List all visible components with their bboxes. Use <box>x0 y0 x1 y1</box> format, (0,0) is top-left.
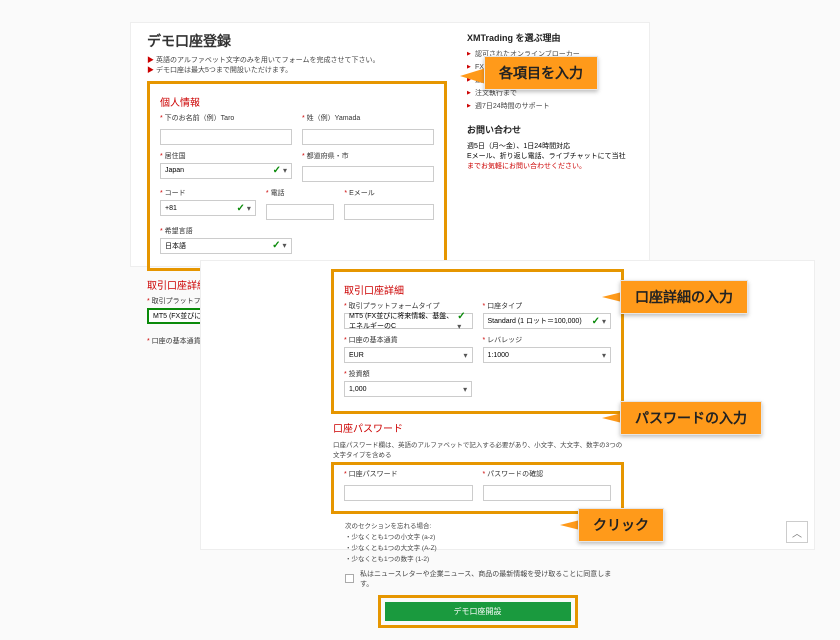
pw-confirm-label: パスワードの確認 <box>483 469 612 479</box>
newsletter-row[interactable]: 私はニュースレターや企業ニュース、商品の最新情報を受け取ることに同意します。 <box>345 569 624 589</box>
section-heading-personal: 個人情報 <box>160 94 434 109</box>
email-input[interactable] <box>344 204 434 220</box>
phone-label: 電話 <box>266 188 335 198</box>
callout-2: 口座詳細の入力 <box>620 280 748 314</box>
lang-label: 希望言語 <box>160 226 292 236</box>
section-heading-password: 口座パスワード <box>333 420 624 435</box>
arrow-icon <box>460 68 486 84</box>
check-icon: ✓ <box>457 311 465 322</box>
chevron-down-icon: ▾ <box>463 351 467 360</box>
password-input[interactable] <box>344 485 473 501</box>
last-name-input[interactable] <box>302 129 434 145</box>
base-currency-label: 口座の基本通貨 <box>344 335 473 345</box>
reasons-sidebar: XMTrading を選ぶ理由 認可されたオンラインブローカー FX、仮想通貨の… <box>467 31 637 171</box>
first-name-input[interactable] <box>160 129 292 145</box>
newsletter-checkbox[interactable] <box>345 574 354 583</box>
leverage-select[interactable]: 1:1000 ▾ <box>483 347 612 363</box>
leverage-label: レバレッジ <box>483 335 612 345</box>
chevron-down-icon: ▾ <box>602 317 606 326</box>
phone-input[interactable] <box>266 204 335 220</box>
chevron-down-icon: ▾ <box>247 204 251 213</box>
base-currency-label-top: 口座の基本通貨 <box>147 338 201 345</box>
platform-label: 取引プラットフォームタイプ <box>344 301 473 311</box>
country-label: 居住国 <box>160 151 292 161</box>
arrow-icon <box>602 292 622 302</box>
email-label: Eメール <box>344 188 434 198</box>
check-icon: ✓ <box>272 240 280 251</box>
code-label: コード <box>160 188 256 198</box>
contact-block: お問い合わせ 週5日（月〜金）、1日24時間対応 Eメール、折り返し電話、ライブ… <box>467 123 637 171</box>
personal-info-section: 個人情報 下のお名前（例）Taro 姓（例）Yamada 居住国 Japan ✓… <box>147 81 447 271</box>
invest-label: 投資額 <box>344 369 472 379</box>
callout-3: パスワードの入力 <box>620 401 762 435</box>
trade-detail-section: 取引口座詳細 取引プラットフォームタイプ MT5 (FX並びに将来情報、基盤、エ… <box>331 269 624 414</box>
chevron-down-icon: ▾ <box>457 322 461 331</box>
newsletter-label: 私はニュースレターや企業ニュース、商品の最新情報を受け取ることに同意します。 <box>360 569 624 589</box>
pw-label: 口座パスワード <box>344 469 473 479</box>
chevron-down-icon: ▾ <box>463 385 467 394</box>
city-input[interactable] <box>302 166 434 182</box>
acct-type-label: 口座タイプ <box>483 301 612 311</box>
sidebar-heading: XMTrading を選ぶ理由 <box>467 31 637 44</box>
base-currency-select[interactable]: EUR ▾ <box>344 347 473 363</box>
callout-4: クリック <box>578 508 664 542</box>
chevron-up-icon: ︿ <box>792 525 802 540</box>
code-select[interactable]: +81 ✓ ▾ <box>160 200 256 216</box>
callout-1: 各項目を入力 <box>484 56 598 90</box>
invest-select[interactable]: 1,000 ▾ <box>344 381 472 397</box>
contact-heading: お問い合わせ <box>467 123 637 136</box>
city-label: 都道府県・市 <box>302 151 434 161</box>
country-select[interactable]: Japan ✓ ▾ <box>160 163 292 179</box>
check-icon: ✓ <box>592 316 600 327</box>
platform-select[interactable]: MT5 (FX並びに将来情報、基盤、エネルギーのC ✓ ▾ <box>344 313 473 329</box>
chevron-down-icon: ▾ <box>283 166 287 175</box>
arrow-icon <box>602 413 622 423</box>
sidebar-item: 週7日24時間のサポート <box>467 101 637 111</box>
submit-outline: デモ口座開設 <box>378 595 578 628</box>
section-heading-trade: 取引口座詳細 <box>344 282 611 297</box>
check-icon: ✓ <box>237 203 245 214</box>
chevron-down-icon: ▾ <box>602 351 606 360</box>
submit-button[interactable]: デモ口座開設 <box>385 602 571 621</box>
scroll-top-button[interactable]: ︿ <box>786 521 808 543</box>
first-name-label: 下のお名前（例）Taro <box>160 113 292 123</box>
chevron-down-icon: ▾ <box>283 241 287 250</box>
password-confirm-input[interactable] <box>483 485 612 501</box>
password-desc: 口座パスワード欄は、英語のアルファベットで記入する必要があり、小文字、大文字、数… <box>333 439 624 459</box>
check-icon: ✓ <box>273 165 281 176</box>
last-name-label: 姓（例）Yamada <box>302 113 434 123</box>
password-section: 口座パスワード パスワードの確認 <box>331 462 624 514</box>
acct-type-select[interactable]: Standard (1 ロット＝100,000) ✓ ▾ <box>483 313 612 329</box>
lang-select[interactable]: 日本語 ✓ ▾ <box>160 238 292 254</box>
arrow-icon <box>560 520 580 530</box>
